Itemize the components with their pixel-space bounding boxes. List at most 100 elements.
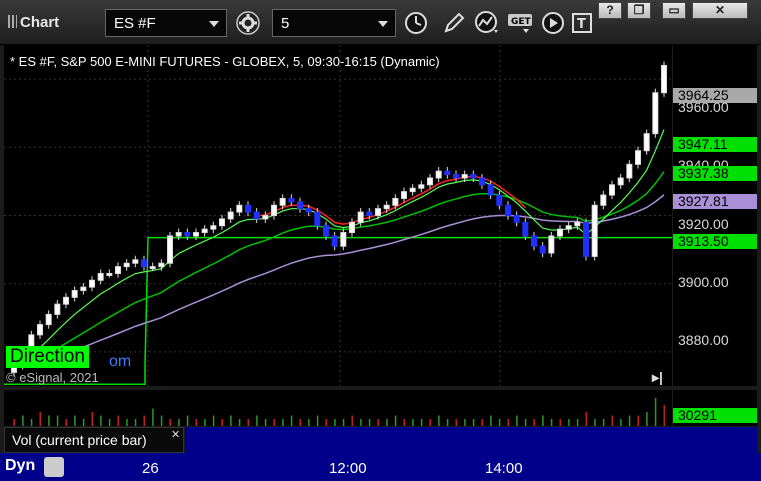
scroll-to-end-icon[interactable]: ▸|	[652, 369, 663, 386]
volume-bar	[325, 419, 327, 426]
volume-bar	[264, 419, 267, 426]
volume-bar	[169, 419, 171, 426]
candle-body	[513, 215, 520, 223]
volume-bar	[30, 419, 33, 426]
chart-header: * ES #F, S&P 500 E-MINI FUTURES - GLOBEX…	[10, 54, 440, 69]
volume-bar	[429, 419, 431, 426]
volume-bar	[628, 415, 631, 426]
volume-bar	[360, 419, 362, 426]
candle-body	[409, 187, 416, 193]
volume-bar	[186, 415, 189, 426]
candle-body	[635, 150, 641, 165]
candle-body	[331, 235, 338, 247]
candle-body	[661, 64, 667, 94]
y-tick-label: 3880.00	[678, 332, 729, 348]
candle-body	[314, 211, 321, 227]
volume-bar	[91, 412, 93, 426]
candle-body	[357, 211, 364, 223]
volume-bar	[117, 415, 119, 426]
candle-body	[418, 184, 425, 189]
candle-body	[132, 259, 139, 264]
candle-body	[149, 266, 156, 270]
candle-body	[106, 272, 113, 276]
volume-bar	[22, 415, 24, 426]
candle-body	[184, 232, 191, 237]
volume-bar	[238, 419, 241, 426]
candle-body	[37, 324, 43, 336]
candle-body	[141, 259, 147, 268]
volume-bar	[108, 419, 111, 426]
candle-body	[548, 235, 555, 254]
ema-slow-tag: 3937.38	[673, 166, 757, 181]
candle-body	[600, 194, 607, 206]
last-price-tag: 3964.25	[673, 88, 757, 103]
volume-bar	[524, 419, 527, 426]
volume-bar	[204, 419, 206, 426]
volume-bar	[195, 419, 197, 426]
close-icon[interactable]: ✕	[171, 428, 180, 441]
volume-bar	[100, 415, 102, 426]
volume-bar	[39, 412, 41, 426]
candle-body	[253, 211, 260, 220]
candle-body	[245, 204, 251, 213]
candle-body	[219, 218, 225, 227]
candle-body	[89, 279, 95, 288]
volume-bar	[178, 419, 180, 426]
candle-body	[435, 170, 442, 179]
volume-bar	[74, 415, 76, 426]
volume-bar	[56, 415, 59, 426]
candle-body	[609, 184, 615, 196]
candle-body	[461, 174, 468, 179]
candle-body	[583, 221, 589, 257]
volume-bar	[663, 405, 665, 426]
volume-bar	[637, 415, 639, 426]
volume-bar	[446, 419, 449, 426]
volume-bar	[126, 419, 128, 426]
candle-body	[591, 204, 598, 257]
volume-bar	[412, 419, 414, 426]
com-fragment: om	[109, 353, 132, 370]
lock-icon[interactable]	[44, 457, 64, 477]
candle-body	[63, 296, 69, 305]
copyright: © eSignal, 2021	[6, 370, 99, 385]
volume-bar	[282, 419, 284, 426]
candle-body	[427, 177, 433, 186]
volume-bar	[342, 419, 345, 426]
candle-body	[97, 272, 104, 281]
volume-bar	[212, 415, 215, 426]
candle-body	[45, 313, 52, 326]
candle-body	[366, 211, 373, 216]
volume-bar	[542, 415, 544, 426]
volume-bar	[13, 419, 15, 426]
volume-bar	[368, 419, 371, 426]
candle-body	[158, 262, 165, 268]
avg-line	[13, 194, 665, 367]
volume-bar	[386, 419, 388, 426]
volume-bar	[256, 415, 258, 426]
volume-value-tag: 30291	[673, 408, 757, 423]
reference-tag: 3913.50	[673, 234, 757, 249]
volume-bar	[438, 415, 440, 426]
candle-body	[565, 225, 572, 230]
volume-bar	[334, 419, 336, 426]
volume-bar	[351, 415, 353, 426]
candle-body	[323, 225, 329, 237]
candle-body	[271, 204, 277, 217]
candle-body	[401, 191, 407, 199]
volume-bar	[221, 419, 223, 426]
volume-bar	[152, 408, 154, 426]
volume-bar	[550, 419, 553, 426]
volume-bar	[576, 419, 579, 426]
volume-bar	[308, 419, 310, 426]
time-axis[interactable]	[0, 453, 761, 481]
volume-bar	[611, 415, 613, 426]
volume-bar	[273, 419, 275, 426]
volume-bar	[143, 415, 145, 426]
candle-body	[617, 177, 624, 186]
candle-body	[652, 92, 659, 135]
candle-body	[305, 208, 312, 213]
volume-bar	[403, 419, 405, 426]
candle-body	[539, 245, 546, 254]
avg-tag: 3927.81	[673, 194, 757, 209]
candle-body	[227, 211, 234, 220]
